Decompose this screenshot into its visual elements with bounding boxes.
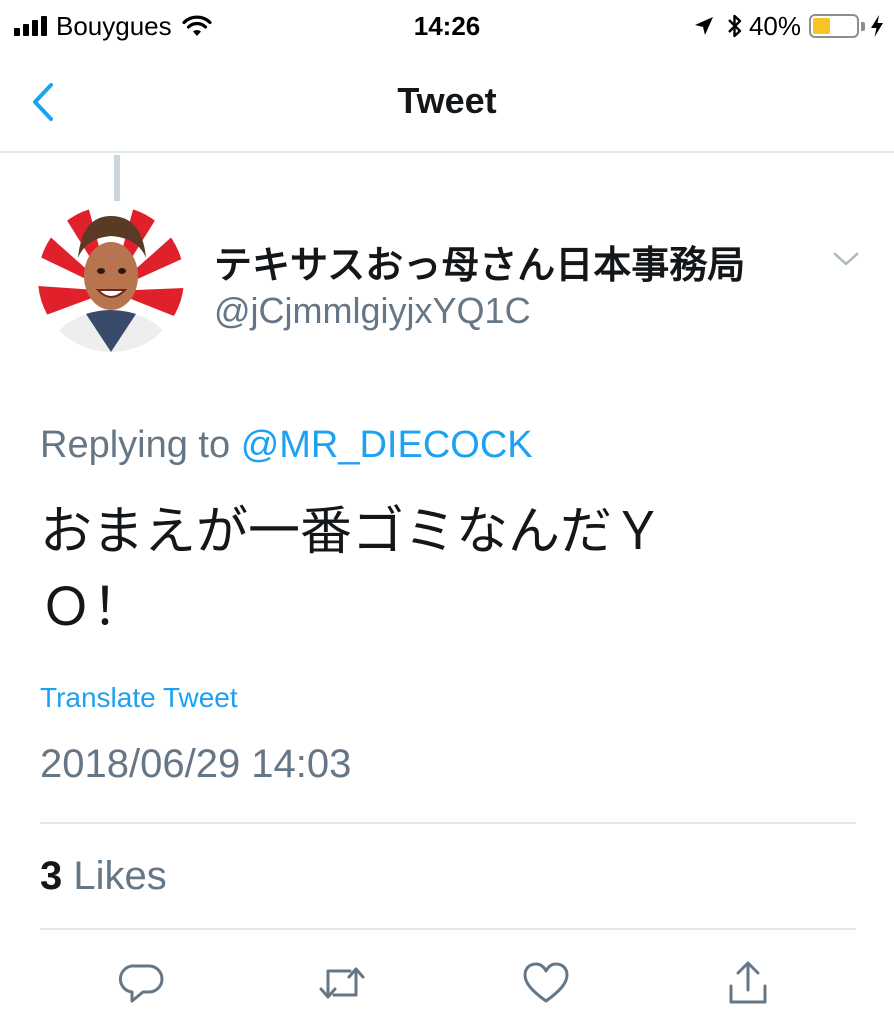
status-bar: Bouygues 14:26 40% — [0, 0, 894, 52]
divider — [40, 822, 856, 824]
avatar[interactable] — [38, 206, 184, 352]
likes-label: Likes — [73, 854, 167, 898]
battery-icon — [809, 14, 859, 38]
replying-to: Replying to @MR_DIECOCK — [40, 424, 533, 467]
nav-bar: Tweet — [0, 52, 894, 153]
like-button[interactable] — [518, 955, 574, 1011]
author-handle[interactable]: @jCjmmlgiyjxYQ1C — [214, 290, 531, 332]
author-display-name[interactable]: テキサスおっ母さん日本事務局 — [214, 234, 745, 289]
tweet-text-line: Ｏ！ — [40, 578, 145, 638]
tweet-text: おまえが一番ゴミなんだＹ Ｏ！ — [40, 494, 800, 646]
thread-connector-line — [114, 155, 120, 201]
status-right: 40% — [693, 8, 884, 44]
heart-icon — [523, 962, 569, 1003]
tweet-timestamp: 2018/06/29 14:03 — [40, 742, 352, 786]
reply-mention-link[interactable]: @MR_DIECOCK — [241, 424, 533, 466]
location-icon — [694, 17, 713, 35]
bluetooth-icon — [728, 14, 742, 38]
chevron-down-icon[interactable] — [830, 246, 862, 270]
share-button[interactable] — [720, 955, 776, 1011]
divider — [40, 928, 856, 930]
translate-tweet-link[interactable]: Translate Tweet — [40, 682, 238, 714]
page-title: Tweet — [397, 80, 497, 121]
likes-number: 3 — [40, 854, 63, 898]
reply-button[interactable] — [114, 955, 170, 1011]
charging-icon — [871, 15, 883, 37]
share-icon — [729, 961, 767, 1004]
tweet-text-line: おまえが一番ゴミなんだＹ — [40, 502, 665, 562]
battery-percent: 40% — [748, 10, 801, 41]
retweet-button[interactable] — [314, 955, 370, 1011]
retweet-icon — [319, 967, 365, 999]
action-bar — [0, 955, 894, 1011]
reply-icon — [119, 964, 164, 1003]
battery-level — [813, 18, 830, 34]
avatar-image — [38, 206, 184, 352]
likes-count[interactable]: 3 Likes — [40, 854, 167, 899]
battery-tip — [861, 21, 865, 31]
replying-label: Replying to — [40, 424, 231, 466]
